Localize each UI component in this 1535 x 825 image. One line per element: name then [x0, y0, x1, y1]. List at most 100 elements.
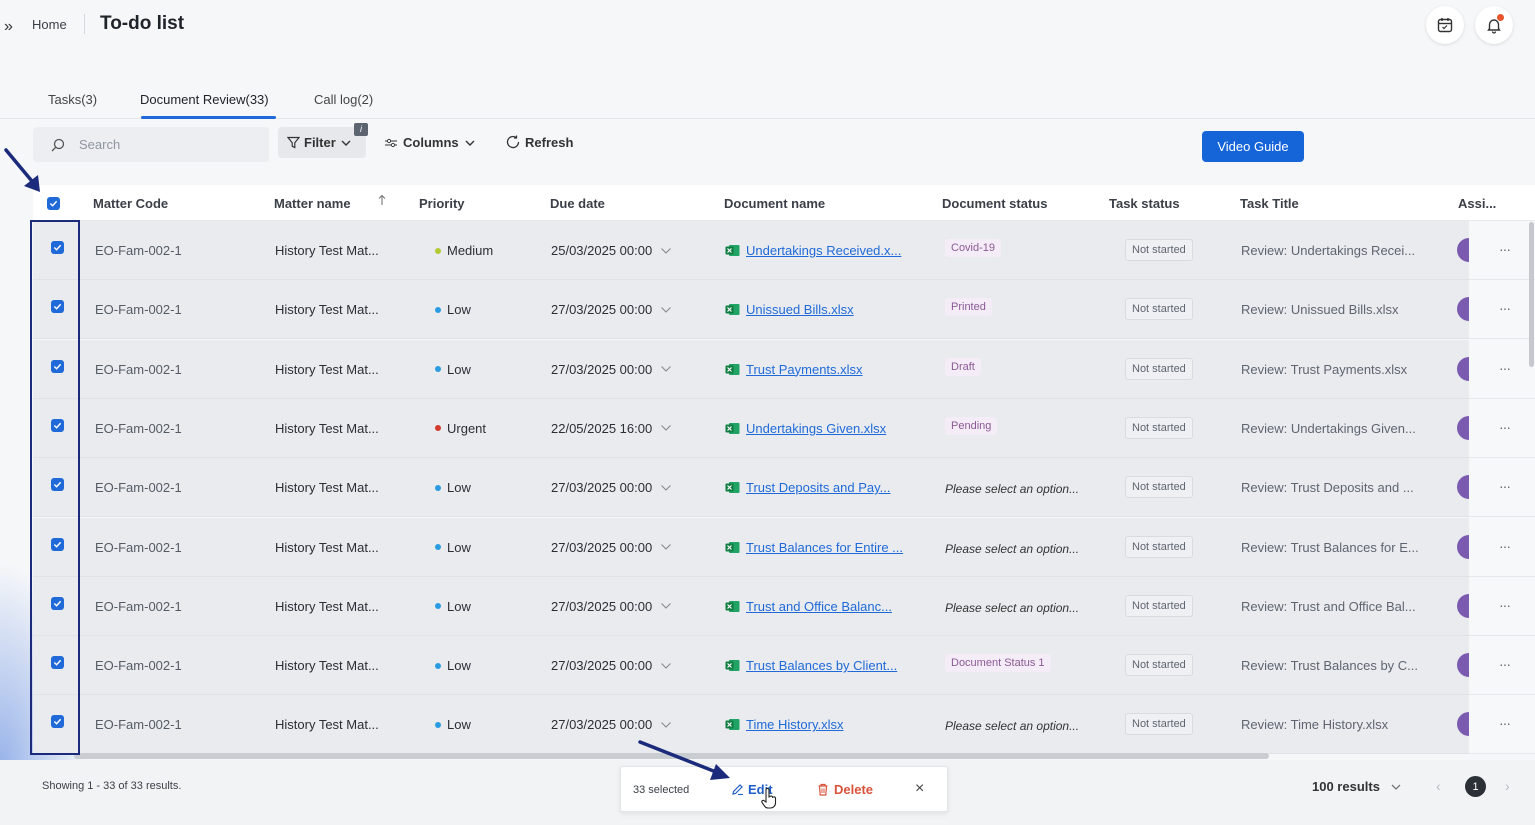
- search-input[interactable]: [79, 137, 249, 152]
- next-page-icon[interactable]: ›: [1505, 778, 1510, 794]
- previous-page-icon[interactable]: ‹: [1436, 778, 1441, 794]
- document-link[interactable]: Trust Deposits and Pay...: [746, 480, 891, 495]
- due-date-picker[interactable]: 25/03/2025 00:00: [551, 243, 672, 258]
- due-date-picker[interactable]: 27/03/2025 00:00: [551, 599, 672, 614]
- priority-cell[interactable]: Low: [435, 362, 471, 377]
- results-per-page-select[interactable]: 100 results: [1312, 779, 1402, 794]
- column-header-assignee[interactable]: Assi...: [1458, 196, 1496, 211]
- document-link[interactable]: Unissued Bills.xlsx: [746, 302, 854, 317]
- task-status-badge[interactable]: Not started: [1125, 239, 1193, 261]
- table-row[interactable]: EO-Fam-002-1 History Test Mat... Low 27/…: [33, 695, 1470, 755]
- priority-cell[interactable]: Low: [435, 658, 471, 673]
- task-status-badge[interactable]: Not started: [1125, 416, 1193, 439]
- task-status-badge[interactable]: Not started: [1125, 535, 1193, 558]
- document-link[interactable]: Trust Balances by Client...: [746, 658, 897, 673]
- task-status-badge[interactable]: Not started: [1125, 654, 1193, 677]
- priority-cell[interactable]: Medium: [435, 243, 493, 258]
- document-link-cell[interactable]: Undertakings Received.x...: [725, 243, 901, 258]
- task-status-badge[interactable]: Not started: [1125, 357, 1193, 380]
- document-status-select[interactable]: Covid-19: [945, 239, 1002, 257]
- document-status-select[interactable]: Draft: [945, 357, 981, 376]
- column-header-priority[interactable]: Priority: [419, 196, 465, 211]
- more-options-icon[interactable]: ···: [1499, 715, 1511, 731]
- current-page[interactable]: 1: [1465, 776, 1486, 797]
- table-row[interactable]: EO-Fam-002-1 History Test Mat... Low 27/…: [33, 280, 1470, 340]
- document-status-select[interactable]: Please select an option...: [945, 601, 1079, 615]
- table-row[interactable]: EO-Fam-002-1 History Test Mat... Low 27/…: [33, 636, 1470, 696]
- column-header-matter-code[interactable]: Matter Code: [93, 196, 168, 211]
- due-date-picker[interactable]: 27/03/2025 00:00: [551, 302, 672, 317]
- tab-document-review[interactable]: Document Review(33): [140, 92, 269, 107]
- priority-cell[interactable]: Low: [435, 302, 471, 317]
- more-options-icon[interactable]: ···: [1499, 300, 1511, 316]
- vertical-scrollbar[interactable]: [1529, 222, 1534, 367]
- table-row[interactable]: EO-Fam-002-1 History Test Mat... Urgent …: [33, 398, 1470, 458]
- document-link-cell[interactable]: Trust and Office Balanc...: [725, 599, 892, 614]
- due-date-picker[interactable]: 27/03/2025 00:00: [551, 717, 672, 732]
- due-date-picker[interactable]: 27/03/2025 00:00: [551, 480, 672, 495]
- task-status-badge[interactable]: Not started: [1125, 298, 1193, 321]
- calendar-button[interactable]: [1426, 6, 1464, 44]
- notifications-button[interactable]: [1475, 6, 1513, 44]
- search-box[interactable]: [33, 127, 269, 162]
- select-all-checkbox[interactable]: [47, 197, 60, 210]
- document-status-select[interactable]: Please select an option...: [945, 542, 1079, 556]
- due-date-picker[interactable]: 27/03/2025 00:00: [551, 658, 672, 673]
- due-date-picker[interactable]: 27/03/2025 00:00: [551, 540, 672, 555]
- column-header-due-date[interactable]: Due date: [550, 196, 605, 211]
- document-link-cell[interactable]: Trust Balances by Client...: [725, 658, 897, 673]
- document-link[interactable]: Time History.xlsx: [746, 717, 844, 732]
- document-status-select[interactable]: Pending: [945, 416, 998, 435]
- column-header-task-status[interactable]: Task status: [1109, 196, 1180, 211]
- column-header-matter-name[interactable]: Matter name: [274, 196, 351, 211]
- task-status-badge[interactable]: Not started: [1125, 476, 1193, 499]
- more-options-icon[interactable]: ···: [1499, 419, 1511, 435]
- table-row[interactable]: EO-Fam-002-1 History Test Mat... Medium …: [33, 221, 1470, 280]
- priority-cell[interactable]: Low: [435, 480, 471, 495]
- more-options-icon[interactable]: ···: [1499, 360, 1511, 376]
- table-row[interactable]: EO-Fam-002-1 History Test Mat... Low 27/…: [33, 458, 1470, 518]
- delete-button[interactable]: Delete: [817, 782, 873, 797]
- document-link[interactable]: Undertakings Given.xlsx: [746, 421, 886, 436]
- columns-button[interactable]: Columns: [384, 135, 476, 150]
- due-date-picker[interactable]: 27/03/2025 00:00: [551, 362, 672, 377]
- document-link-cell[interactable]: Trust Payments.xlsx: [725, 362, 863, 377]
- tab-tasks[interactable]: Tasks(3): [48, 92, 97, 107]
- table-row[interactable]: EO-Fam-002-1 History Test Mat... Low 27/…: [33, 576, 1470, 636]
- document-status-select[interactable]: Printed: [945, 298, 992, 317]
- column-header-task-title[interactable]: Task Title: [1240, 196, 1299, 211]
- document-link-cell[interactable]: Undertakings Given.xlsx: [725, 421, 886, 436]
- document-link[interactable]: Undertakings Received.x...: [746, 243, 901, 258]
- priority-cell[interactable]: Low: [435, 717, 471, 732]
- more-options-icon[interactable]: ···: [1499, 538, 1511, 554]
- task-status-badge[interactable]: Not started: [1125, 594, 1193, 617]
- document-status-select[interactable]: Please select an option...: [945, 482, 1079, 496]
- table-row[interactable]: EO-Fam-002-1 History Test Mat... Low 27/…: [33, 517, 1470, 577]
- more-options-icon[interactable]: ···: [1499, 597, 1511, 613]
- column-header-document-name[interactable]: Document name: [724, 196, 825, 211]
- priority-cell[interactable]: Low: [435, 599, 471, 614]
- priority-cell[interactable]: Urgent: [435, 421, 486, 436]
- video-guide-button[interactable]: Video Guide: [1202, 131, 1304, 162]
- expand-sidebar-icon[interactable]: »: [4, 18, 13, 36]
- document-status-select[interactable]: Please select an option...: [945, 719, 1079, 733]
- close-icon[interactable]: ×: [915, 780, 924, 798]
- due-date-picker[interactable]: 22/05/2025 16:00: [551, 421, 672, 436]
- document-link[interactable]: Trust Balances for Entire ...: [746, 540, 903, 555]
- document-link-cell[interactable]: Trust Balances for Entire ...: [725, 540, 903, 555]
- breadcrumb-home[interactable]: Home: [32, 17, 67, 32]
- document-link[interactable]: Trust Payments.xlsx: [746, 362, 863, 377]
- document-status-select[interactable]: Document Status 1: [945, 654, 1051, 673]
- more-options-icon[interactable]: ···: [1499, 478, 1511, 494]
- document-link-cell[interactable]: Trust Deposits and Pay...: [725, 480, 891, 495]
- document-link-cell[interactable]: Time History.xlsx: [725, 717, 844, 732]
- more-options-icon[interactable]: ···: [1499, 241, 1511, 257]
- document-link-cell[interactable]: Unissued Bills.xlsx: [725, 302, 854, 317]
- more-options-icon[interactable]: ···: [1499, 656, 1511, 672]
- table-row[interactable]: EO-Fam-002-1 History Test Mat... Low 27/…: [33, 339, 1470, 399]
- document-link[interactable]: Trust and Office Balanc...: [746, 599, 892, 614]
- column-header-document-status[interactable]: Document status: [942, 196, 1047, 211]
- filter-button[interactable]: Filter: [278, 127, 366, 158]
- sort-up-icon[interactable]: [377, 194, 387, 206]
- tab-call-log[interactable]: Call log(2): [314, 92, 373, 107]
